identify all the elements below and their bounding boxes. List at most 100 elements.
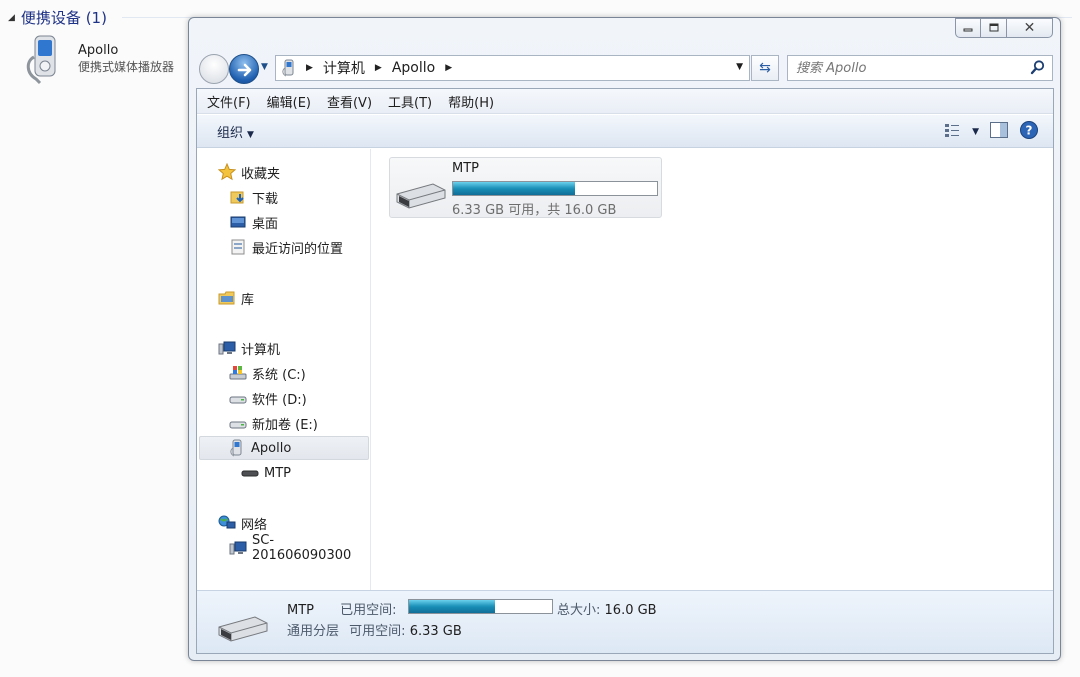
window-controls: ✕ <box>955 18 1053 38</box>
desktop-icon <box>229 213 247 231</box>
nav-drive-c[interactable]: 系统 (C:) <box>229 361 306 385</box>
menu-file[interactable]: 文件(F) <box>207 92 251 111</box>
recent-places-icon <box>229 238 247 256</box>
device-item-apollo[interactable]: Apollo 便携式媒体播放器 <box>24 33 174 89</box>
help-button[interactable]: ? <box>1019 120 1039 144</box>
nav-drive-d[interactable]: 软件 (D:) <box>229 386 307 410</box>
minimize-icon <box>963 28 973 32</box>
address-device-icon <box>276 59 302 77</box>
details-category: 通用分层 <box>287 624 340 639</box>
menu-view[interactable]: 查看(V) <box>327 92 372 111</box>
close-button[interactable]: ✕ <box>1007 18 1053 38</box>
nav-desktop[interactable]: 桌面 <box>229 210 278 234</box>
nav-drive-e-label: 新加卷 (E:) <box>252 417 318 433</box>
group-header-portable-devices[interactable]: ◢ 便携设备 (1) <box>8 7 107 28</box>
address-bar[interactable]: ▶ 计算机 ▶ Apollo ▶ ▼ <box>275 55 750 81</box>
nav-network[interactable]: 网络 <box>218 511 267 535</box>
nav-downloads[interactable]: 下载 <box>229 185 278 209</box>
organize-button[interactable]: 组织 ▼ <box>217 122 254 141</box>
drive-icon <box>229 414 247 432</box>
address-history-dropdown-icon[interactable]: ▼ <box>736 62 743 72</box>
nav-favorites[interactable]: 收藏夹 <box>218 160 280 184</box>
preview-pane-button[interactable] <box>989 121 1009 143</box>
nav-drive-c-label: 系统 (C:) <box>252 367 306 383</box>
computer-icon <box>229 539 247 557</box>
collapse-triangle-icon[interactable]: ◢ <box>8 13 15 23</box>
nav-recent-places-label: 最近访问的位置 <box>252 241 344 257</box>
star-icon <box>218 163 236 181</box>
details-usage-fill <box>409 600 495 613</box>
details-row-1: MTP 已用空间: <box>287 599 397 618</box>
device-name: Apollo <box>78 43 119 58</box>
address-segment-apollo[interactable]: Apollo <box>386 60 441 76</box>
recent-pages-dropdown-icon[interactable]: ▼ <box>261 62 268 72</box>
menu-help[interactable]: 帮助(H) <box>448 92 494 111</box>
search-box[interactable] <box>787 55 1053 81</box>
nav-computer[interactable]: 计算机 <box>218 336 280 360</box>
forward-button[interactable] <box>229 54 259 84</box>
drive-icon <box>229 389 247 407</box>
nav-favorites-label: 收藏夹 <box>241 166 281 182</box>
address-chevron-icon[interactable]: ▶ <box>441 63 456 73</box>
organize-label: 组织 <box>217 125 244 141</box>
help-icon: ? <box>1020 121 1038 139</box>
address-chevron-icon[interactable]: ▶ <box>371 63 386 73</box>
navigation-pane: 收藏夹 下载 桌面 最近访问的位置 库 计算机 系统 (C:) 软件 (D:) … <box>197 149 371 590</box>
storage-usage-bar <box>452 181 658 196</box>
search-input[interactable] <box>796 56 1016 80</box>
nav-network-label: 网络 <box>241 517 268 533</box>
chevron-down-icon: ▼ <box>247 129 254 140</box>
library-folder-icon <box>218 289 236 307</box>
details-free-label: 可用空间: <box>349 624 406 639</box>
view-options-dropdown-icon[interactable]: ▼ <box>972 127 979 137</box>
command-bar: 组织 ▼ ▼ ? <box>197 115 1053 148</box>
details-usage-bar <box>408 599 553 614</box>
preview-pane-icon <box>990 122 1008 138</box>
media-player-icon <box>228 439 246 457</box>
storage-tile-mtp[interactable]: MTP 6.33 GB 可用，共 16.0 GB <box>389 157 662 218</box>
nav-network-pc-label: SC-201606090300 <box>252 533 352 563</box>
storage-name: MTP <box>452 161 479 176</box>
nav-drive-e[interactable]: 新加卷 (E:) <box>229 411 318 435</box>
removable-drive-icon <box>393 180 447 216</box>
explorer-window: ✕ ▼ ▶ 计算机 ▶ Apollo ▶ ▼ ⇆ 文件(F) 编辑(E) 查看( <box>188 17 1061 661</box>
downloads-folder-icon <box>229 188 247 206</box>
nav-computer-label: 计算机 <box>241 342 281 358</box>
minimize-button[interactable] <box>955 18 981 38</box>
explorer-body: 文件(F) 编辑(E) 查看(V) 工具(T) 帮助(H) 组织 ▼ ▼ ? 收… <box>196 88 1054 654</box>
nav-mtp-storage-label: MTP <box>264 465 291 481</box>
forward-arrow-icon <box>237 63 252 77</box>
address-segment-computer[interactable]: 计算机 <box>317 58 371 78</box>
group-header-label: 便携设备 (1) <box>20 9 107 27</box>
nav-network-pc[interactable]: SC-201606090300 <box>229 533 370 563</box>
nav-downloads-label: 下载 <box>252 191 279 207</box>
nav-libraries-label: 库 <box>241 292 255 308</box>
refresh-button[interactable]: ⇆ <box>751 55 779 81</box>
storage-drive-icon <box>241 464 259 482</box>
nav-drive-d-label: 软件 (D:) <box>252 392 307 408</box>
svg-text:?: ? <box>1026 124 1033 138</box>
nav-desktop-label: 桌面 <box>252 216 279 232</box>
nav-device-apollo[interactable]: Apollo <box>199 436 369 460</box>
details-total-label: 总大小: <box>557 603 601 618</box>
menu-edit[interactable]: 编辑(E) <box>267 92 311 111</box>
maximize-icon <box>989 23 998 32</box>
details-used-label: 已用空间: <box>340 603 397 618</box>
search-icon[interactable] <box>1030 59 1046 79</box>
address-chevron-icon[interactable]: ▶ <box>302 63 317 73</box>
menu-tools[interactable]: 工具(T) <box>388 92 432 111</box>
details-free-value: 6.33 GB <box>409 624 462 639</box>
nav-libraries[interactable]: 库 <box>218 286 254 310</box>
maximize-button[interactable] <box>981 18 1007 38</box>
close-icon: ✕ <box>1023 20 1036 36</box>
details-pane: MTP 已用空间: 总大小: 16.0 GB 通用分层 可用空间: 6.33 G… <box>197 590 1053 653</box>
back-button[interactable] <box>199 54 229 84</box>
refresh-icon: ⇆ <box>759 60 771 76</box>
view-options-button[interactable] <box>944 122 962 142</box>
menu-bar: 文件(F) 编辑(E) 查看(V) 工具(T) 帮助(H) <box>197 89 1053 114</box>
nav-mtp-storage[interactable]: MTP <box>241 461 291 485</box>
storage-free-text: 6.33 GB 可用，共 16.0 GB <box>452 203 617 218</box>
removable-drive-icon <box>215 613 269 649</box>
network-globe-icon <box>218 514 236 532</box>
nav-recent-places[interactable]: 最近访问的位置 <box>229 235 343 259</box>
